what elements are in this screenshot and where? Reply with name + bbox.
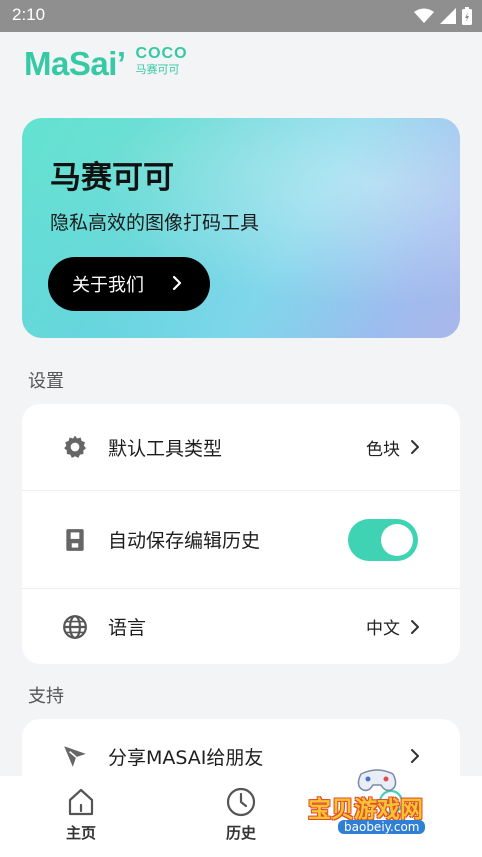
logo-cn: 马赛可可 (135, 63, 180, 76)
watermark-url: baobeiy.com (338, 820, 426, 834)
gamepad-icon (357, 769, 397, 792)
language-label: 语言 (108, 617, 147, 639)
app-logo: MaSai’ COCO 马赛可可 (24, 44, 188, 84)
save-icon (66, 528, 84, 551)
nav-home[interactable]: 主页 (36, 786, 126, 843)
settings-card: 默认工具类型 色块 自动保存编辑历史 语言 中文 (22, 404, 460, 664)
hero-subtitle: 隐私高效的图像打码工具 (50, 212, 260, 234)
nav-home-label: 主页 (65, 824, 96, 842)
wifi-icon (414, 8, 434, 23)
language-row[interactable]: 语言 中文 (22, 589, 460, 664)
share-label: 分享MASAI给朋友 (108, 746, 264, 769)
status-icons (414, 7, 472, 25)
home-icon (68, 788, 94, 816)
nav-history[interactable]: 历史 (196, 786, 286, 843)
status-bar: 2:10 (0, 0, 482, 32)
share-plane-icon (64, 746, 86, 767)
hero-banner: 马赛可可 隐私高效的图像打码工具 关于我们 (22, 118, 460, 338)
chevron-right-icon (172, 275, 182, 291)
settings-section-title: 设置 (28, 371, 64, 392)
chevron-right-icon (411, 619, 419, 634)
chevron-right-icon (411, 749, 419, 763)
status-time: 2:10 (12, 5, 46, 24)
default-tool-label: 默认工具类型 (108, 437, 223, 460)
signal-icon (440, 8, 456, 24)
toggle-knob (381, 523, 413, 556)
language-value: 中文 (366, 619, 400, 639)
autosave-label: 自动保存编辑历史 (108, 530, 261, 552)
gear-icon (64, 435, 87, 458)
nav-history-label: 历史 (225, 824, 256, 842)
clock-icon (226, 787, 256, 817)
about-us-label: 关于我们 (72, 275, 144, 296)
chevron-right-icon (411, 440, 419, 454)
autosave-row: 自动保存编辑历史 (22, 491, 460, 589)
about-us-button[interactable]: 关于我们 (48, 257, 210, 311)
autosave-toggle[interactable] (348, 518, 418, 561)
logo-coco: COCO (135, 45, 188, 62)
watermark-text: 宝贝游戏网 (308, 797, 423, 823)
support-section-title: 支持 (28, 686, 64, 707)
logo-wordmark: MaSai’ (24, 45, 126, 82)
globe-icon (63, 614, 87, 639)
battery-icon (462, 7, 472, 25)
default-tool-value: 色块 (366, 439, 400, 460)
logo-sub: COCO 马赛可可 (136, 46, 188, 78)
hero-title: 马赛可可 (50, 160, 174, 196)
watermark: 宝贝游戏网 baobeiy.com (300, 768, 470, 848)
default-tool-row[interactable]: 默认工具类型 色块 (22, 404, 460, 491)
